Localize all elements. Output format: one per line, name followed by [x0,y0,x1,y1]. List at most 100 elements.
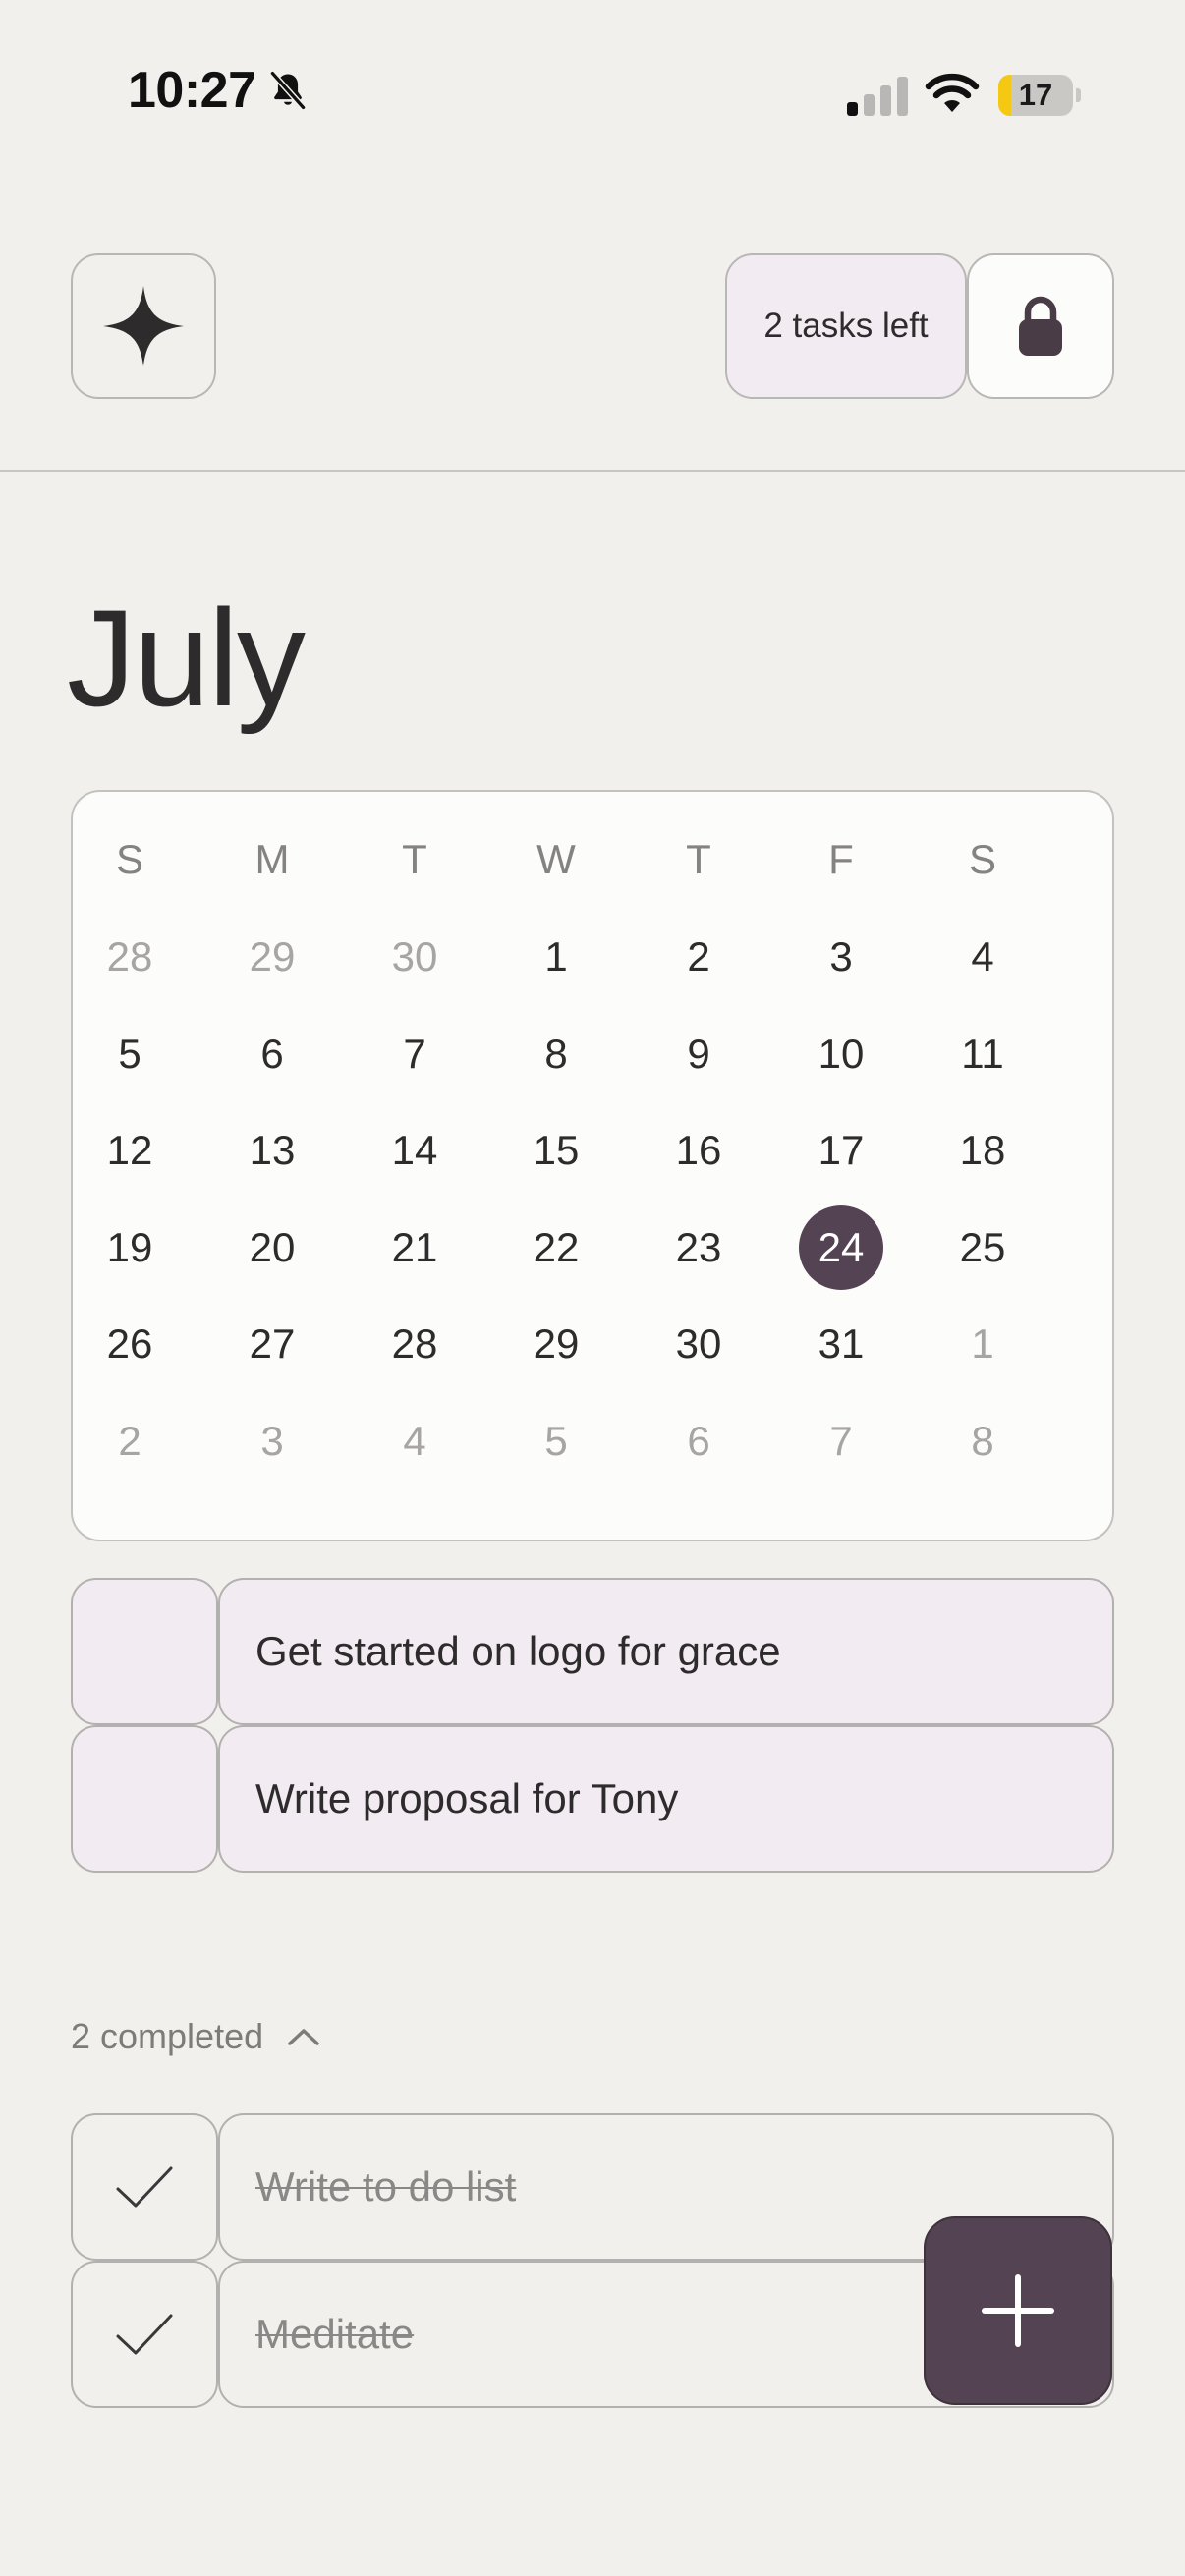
calendar-day[interactable]: 29 [502,1302,610,1386]
calendar-day[interactable]: 18 [929,1108,1037,1193]
calendar-day[interactable]: 7 [787,1399,895,1484]
calendar-day-number: 14 [391,1127,438,1174]
calendar-day-number: 6 [260,1030,284,1077]
calendar-day-number: 6 [687,1418,710,1464]
calendar-day-number: 12 [106,1127,153,1174]
calendar-day[interactable]: 5 [76,1012,184,1096]
lock-button[interactable] [967,253,1114,399]
calendar-day[interactable]: 9 [645,1012,753,1096]
weekday-label: F [828,836,854,882]
calendar-day[interactable]: 5 [502,1399,610,1484]
add-task-button[interactable] [924,2216,1112,2405]
calendar-day-number: 24 [799,1204,883,1290]
calendar-day-number: 1 [971,1320,994,1368]
calendar-day[interactable]: 27 [218,1302,326,1386]
calendar-day[interactable]: 17 [787,1108,895,1193]
calendar-day[interactable]: 23 [645,1205,753,1290]
calendar-day-number: 27 [249,1320,296,1368]
calendar-day-number: 30 [675,1320,722,1368]
calendar-day-selected[interactable]: 24 [787,1204,895,1290]
calendar-day-number: 21 [391,1223,438,1270]
calendar-day[interactable]: 1 [502,915,610,999]
calendar-day-number: 16 [675,1127,722,1174]
task-row[interactable]: Get started on logo for grace [71,1578,1114,1725]
calendar-day[interactable]: 6 [218,1012,326,1096]
calendar-day[interactable]: 20 [218,1205,326,1290]
calendar-day-number: 20 [249,1223,296,1270]
calendar-day-number: 29 [533,1320,580,1368]
calendar-day[interactable]: 3 [787,915,895,999]
calendar-day[interactable]: 21 [361,1205,469,1290]
calendar-day[interactable]: 10 [787,1012,895,1096]
task-title[interactable]: Write proposal for Tony [218,1725,1114,1873]
calendar-day-number: 28 [106,933,153,980]
plus-icon [982,2274,1054,2347]
sparkle-icon [103,286,184,366]
calendar-day[interactable]: 19 [76,1205,184,1290]
calendar-day-number: 2 [118,1418,141,1464]
calendar-day[interactable]: 13 [218,1108,326,1193]
calendar-day[interactable]: 28 [76,915,184,999]
calendar-day[interactable]: 6 [645,1399,753,1484]
tasks-left-button[interactable]: 2 tasks left [725,253,967,399]
checkmark-icon [116,2314,173,2355]
calendar-day[interactable]: 8 [929,1399,1037,1484]
calendar-day[interactable]: 12 [76,1108,184,1193]
calendar-day[interactable]: 3 [218,1399,326,1484]
battery-cap [1076,88,1081,102]
calendar-day[interactable]: 31 [787,1302,895,1386]
calendar-day-number: 17 [818,1127,865,1174]
calendar-day[interactable]: 14 [361,1108,469,1193]
status-time: 10:27 [128,62,256,119]
task-checkbox-checked[interactable] [71,2261,218,2408]
calendar-day[interactable]: 1 [929,1302,1037,1386]
task-checkbox-checked[interactable] [71,2113,218,2261]
calendar-day-number: 3 [260,1418,284,1464]
calendar-day[interactable]: 8 [502,1012,610,1096]
checkmark-icon [116,2166,173,2208]
wifi-icon [925,73,980,112]
task-row[interactable]: Write proposal for Tony [71,1725,1114,1873]
sparkle-button[interactable] [71,253,216,399]
calendar-day[interactable]: 11 [929,1012,1037,1096]
calendar-day-number: 30 [391,933,438,980]
task-checkbox[interactable] [71,1578,218,1725]
weekday-label: S [115,836,143,882]
calendar-day[interactable]: 4 [361,1399,469,1484]
calendar-day[interactable]: 22 [502,1205,610,1290]
calendar-day-number: 23 [675,1223,722,1270]
month-title: July [67,581,306,735]
bell-slash-icon [269,71,306,110]
calendar-day[interactable]: 4 [929,915,1037,999]
calendar-day[interactable]: 2 [76,1399,184,1484]
calendar-day-number: 9 [687,1030,710,1077]
calendar-day-number: 5 [544,1418,568,1464]
completed-count-label: 2 completed [71,2016,264,2056]
weekday-label: S [968,836,996,882]
calendar-day-number: 29 [249,933,296,980]
calendar-day[interactable]: 2 [645,915,753,999]
calendar-day[interactable]: 7 [361,1012,469,1096]
calendar-day[interactable]: 26 [76,1302,184,1386]
battery-icon: 17 [998,75,1081,116]
weekday-label: M [254,836,290,882]
calendar-day[interactable]: 16 [645,1108,753,1193]
calendar-day[interactable]: 15 [502,1108,610,1193]
calendar-day-number: 8 [544,1030,568,1077]
task-title[interactable]: Get started on logo for grace [218,1578,1114,1725]
chevron-up-icon [288,2029,319,2045]
calendar-day-number: 8 [971,1418,994,1464]
calendar-day-number: 7 [403,1030,426,1077]
calendar-day[interactable]: 29 [218,915,326,999]
cellular-signal-icon [847,77,908,116]
toolbar-divider [0,470,1185,472]
calendar-day[interactable]: 25 [929,1205,1037,1290]
task-checkbox[interactable] [71,1725,218,1873]
calendar-day-number: 7 [829,1418,853,1464]
calendar-day-number: 11 [961,1030,1004,1077]
calendar-day-number: 13 [249,1127,296,1174]
calendar-day[interactable]: 30 [361,915,469,999]
calendar-day[interactable]: 30 [645,1302,753,1386]
completed-toggle[interactable]: 2 completed [71,2016,320,2057]
calendar-day[interactable]: 28 [361,1302,469,1386]
